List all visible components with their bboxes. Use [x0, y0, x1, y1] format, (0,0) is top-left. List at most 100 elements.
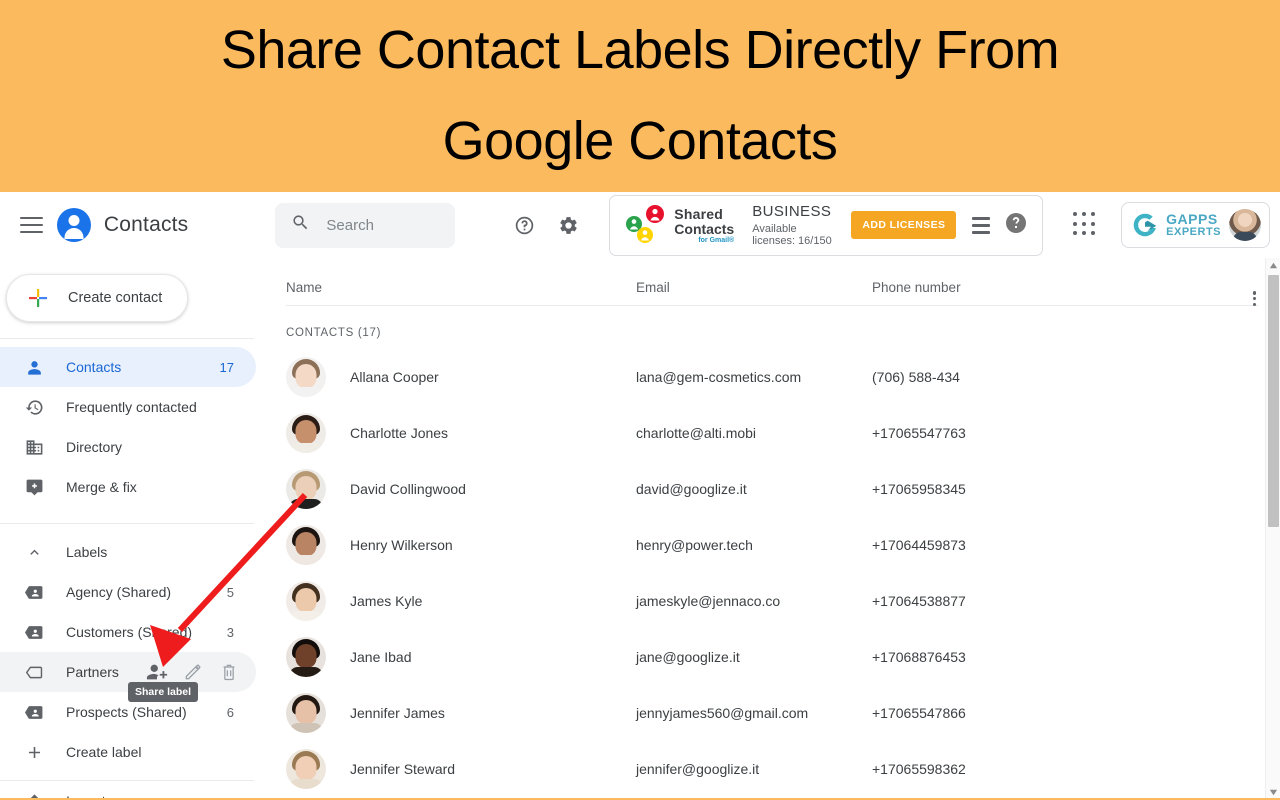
gear-icon[interactable]	[553, 208, 583, 242]
apps-grid-icon[interactable]	[1073, 212, 1096, 238]
sidebar-label-agency-shared[interactable]: Agency (Shared) 5	[0, 572, 256, 612]
label-tag-icon	[24, 662, 44, 682]
more-vertical-icon[interactable]	[1252, 291, 1256, 306]
banner-title-line-2: Google Contacts	[442, 111, 838, 171]
sidebar-item-contacts-count: 17	[219, 359, 234, 375]
create-contact-button[interactable]: Create contact	[6, 274, 188, 322]
account-brand-line-2: EXPERTS	[1166, 225, 1222, 238]
contact-name: Jennifer James	[350, 705, 445, 721]
sidebar-create-label-text: Create label	[66, 744, 142, 760]
contact-name: Charlotte Jones	[350, 425, 449, 441]
sidebar-label-prospects-shared-label: Prospects (Shared)	[66, 704, 187, 720]
table-row[interactable]: Henry Wilkerson henry@power.tech +170644…	[286, 517, 1280, 573]
contact-name: James Kyle	[350, 593, 423, 609]
share-label-person-add-icon[interactable]	[146, 661, 168, 683]
shared-contacts-extension-bar: Shared Contacts for Gmail® BUSINESS Avai…	[609, 194, 1044, 256]
table-row[interactable]: Jennifer James jennyjames560@gmail.com +…	[286, 685, 1280, 741]
extension-menu-icon[interactable]	[972, 216, 991, 234]
sidebar-item-contacts-label: Contacts	[66, 359, 122, 375]
shared-label-icon	[24, 702, 44, 722]
column-header-email[interactable]: Email	[636, 280, 872, 295]
sidebar-label-customers-shared-label: Customers (Shared)	[66, 624, 193, 640]
scroll-up-arrow-icon[interactable]	[1266, 258, 1280, 273]
sidebar-label-customers-shared[interactable]: Customers (Shared) 3	[0, 612, 256, 652]
table-row[interactable]: Jennifer Steward jennifer@googlize.it +1…	[286, 741, 1280, 797]
sidebar-label-partners-label: Partners	[66, 664, 119, 680]
contacts-brand[interactable]: Contacts	[56, 208, 189, 242]
person-icon	[24, 357, 44, 377]
sidebar-label-agency-shared-count: 5	[226, 584, 234, 600]
sidebar-item-contacts[interactable]: Contacts 17	[0, 347, 256, 387]
share-label-tooltip: Share label	[128, 682, 199, 702]
contact-phone: +17065547763	[872, 425, 966, 441]
contact-email: lana@gem-cosmetics.com	[636, 369, 802, 385]
row-name-cell: Charlotte Jones	[286, 413, 636, 453]
sidebar-label-customers-shared-count: 3	[226, 624, 234, 640]
sidebar-create-label[interactable]: Create label	[0, 732, 256, 772]
contact-email: jennifer@googlize.it	[636, 761, 760, 777]
sidebar-item-frequently-contacted-label: Frequently contacted	[66, 399, 197, 415]
table-row[interactable]: Jane Ibad jane@googlize.it +17068876453	[286, 629, 1280, 685]
avatar	[286, 469, 326, 509]
google-contacts-app: Contacts Search Shared Contacts for Gmai…	[0, 192, 1280, 800]
sidebar-item-frequently-contacted[interactable]: Frequently contacted	[0, 387, 256, 427]
contacts-person-logo-icon	[56, 208, 91, 242]
contact-list-header: Name Email Phone number	[286, 258, 1258, 306]
row-name-cell: Jennifer James	[286, 693, 636, 733]
contact-email: henry@power.tech	[636, 537, 753, 553]
title-banner: Share Contact Labels Directly From Googl…	[0, 0, 1280, 192]
sidebar-label-agency-shared-label: Agency (Shared)	[66, 584, 172, 600]
contact-email: david@googlize.it	[636, 481, 747, 497]
avatar	[286, 693, 326, 733]
main-scrollbar[interactable]	[1265, 258, 1280, 800]
contact-phone: (706) 588-434	[872, 369, 960, 385]
trash-delete-icon[interactable]	[218, 661, 240, 683]
contact-phone: +17068876453	[872, 649, 966, 665]
avatar	[286, 413, 326, 453]
labels-section-label: Labels	[66, 544, 108, 560]
history-clock-icon	[24, 397, 44, 417]
license-info: BUSINESS Available licenses: 16/150	[752, 203, 839, 247]
shared-label-icon	[24, 582, 44, 602]
hamburger-menu-icon[interactable]	[20, 212, 43, 238]
ext-logo-line-3: for Gmail®	[698, 236, 735, 244]
extension-help-icon[interactable]	[1004, 211, 1028, 240]
pencil-edit-icon[interactable]	[182, 661, 204, 683]
avatar	[286, 581, 326, 621]
column-header-name[interactable]: Name	[286, 280, 636, 295]
user-avatar[interactable]	[1229, 209, 1262, 241]
app-title: Contacts	[103, 213, 189, 236]
sidebar-item-merge-and-fix[interactable]: Merge & fix	[0, 467, 256, 507]
shared-label-icon	[24, 622, 44, 642]
account-chip[interactable]: GAPPS EXPERTS	[1121, 202, 1271, 248]
plus-multicolor-icon	[29, 289, 47, 307]
column-header-phone[interactable]: Phone number	[872, 280, 961, 295]
main-scrollbar-thumb[interactable]	[1268, 275, 1279, 527]
plan-name: BUSINESS	[752, 203, 832, 220]
contact-list-area: Name Email Phone number CONTACTS (17) Al…	[262, 258, 1280, 800]
contact-email: jennyjames560@gmail.com	[636, 705, 809, 721]
add-licenses-button[interactable]: ADD LICENSES	[851, 211, 957, 239]
sidebar-label-partners[interactable]: Partners Share label	[0, 652, 256, 702]
labels-section-header[interactable]: Labels	[0, 532, 262, 572]
contact-phone: +17065958345	[872, 481, 966, 497]
search-box[interactable]	[275, 202, 456, 248]
contact-phone: +17064459873	[872, 537, 966, 553]
ext-logo-line-2: Contacts	[674, 220, 735, 237]
row-name-cell: Jane Ibad	[286, 637, 636, 677]
contact-phone: +17064538877	[872, 593, 966, 609]
table-row[interactable]: James Kyle jameskyle@jennaco.co +1706453…	[286, 573, 1280, 629]
table-row[interactable]: David Collingwood david@googlize.it +170…	[286, 461, 1280, 517]
contact-email: jane@googlize.it	[636, 649, 740, 665]
avatar	[286, 637, 326, 677]
row-name-cell: Henry Wilkerson	[286, 525, 636, 565]
search-input[interactable]	[326, 216, 440, 234]
table-row[interactable]: Allana Cooper lana@gem-cosmetics.com (70…	[286, 349, 1280, 405]
help-circle-icon[interactable]	[509, 208, 539, 242]
building-icon	[24, 437, 44, 457]
create-contact-label: Create contact	[68, 290, 163, 306]
sidebar-item-directory[interactable]: Directory	[0, 427, 256, 467]
table-row[interactable]: Charlotte Jones charlotte@alti.mobi +170…	[286, 405, 1280, 461]
contact-name: Allana Cooper	[350, 369, 439, 385]
sidebar-label-prospects-shared-count: 6	[226, 704, 234, 720]
